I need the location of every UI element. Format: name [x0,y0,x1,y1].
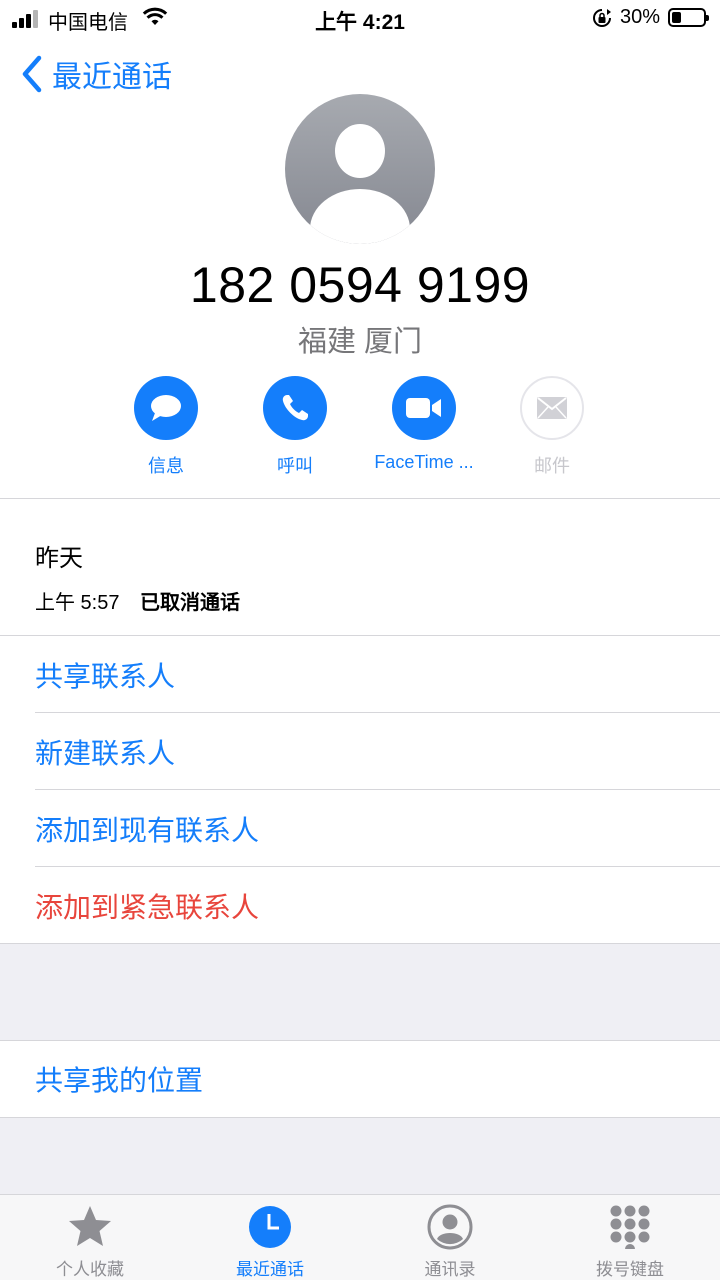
share-contact-option[interactable]: 共享联系人 [35,637,720,713]
avatar-head [335,124,385,178]
status-time: 上午 4:21 [315,11,405,34]
tab-contacts-label: 通讯录 [424,1260,476,1279]
message-label: 信息 [148,456,184,476]
recent-call-time: 上午 5:57 [35,592,120,614]
keypad-icon [606,1203,654,1251]
video-icon [392,376,456,440]
battery-fill [672,12,681,23]
message-icon [134,376,198,440]
tab-keypad-label: 拨号键盘 [596,1260,664,1279]
recent-call-status: 已取消通话 [140,592,240,614]
chevron-left-icon [22,55,42,93]
new-contact-option[interactable]: 新建联系人 [35,714,720,790]
mail-label: 邮件 [534,456,570,476]
contact-avatar [285,94,435,244]
battery-percent: 30% [620,6,661,28]
tab-recents-label: 最近通话 [236,1260,304,1279]
avatar-body [310,189,410,244]
back-button[interactable]: 最近通话 [20,54,172,94]
call-button[interactable]: 呼叫 [230,376,360,478]
recent-call-day: 昨天 [35,545,83,572]
mail-button: 邮件 [487,376,617,478]
phone-location: 福建 厦门 [297,326,423,358]
tab-recents[interactable]: 最近通话 [180,1203,360,1280]
section-spacer [0,1118,720,1194]
mail-icon [520,376,584,440]
call-label: 呼叫 [277,456,313,476]
status-bar: 中国电信 上午 4:21 30% [0,0,720,38]
divider [35,712,720,713]
facetime-button[interactable]: FaceTime ... [359,376,489,473]
facetime-label: FaceTime ... [374,452,474,472]
phone-number: 182 0594 9199 [189,257,531,313]
clock-icon [246,1203,294,1251]
tab-contacts[interactable]: 通讯录 [360,1203,540,1280]
section-spacer [0,944,720,1040]
divider [0,498,720,499]
divider [0,635,720,636]
divider [35,866,720,867]
tab-favorites[interactable]: 个人收藏 [0,1203,180,1280]
share-my-location-option[interactable]: 共享我的位置 [35,1041,720,1117]
divider [35,789,720,790]
star-icon [66,1203,114,1251]
add-to-emergency-contact-option[interactable]: 添加到紧急联系人 [35,868,720,944]
phone-icon [263,376,327,440]
back-label: 最近通话 [52,61,172,94]
add-to-existing-contact-option[interactable]: 添加到现有联系人 [35,791,720,867]
tab-favorites-label: 个人收藏 [56,1260,124,1279]
contacts-icon [426,1203,474,1251]
rotation-lock-icon [593,9,611,27]
tab-bar: 个人收藏 最近通话 通讯录 拨号键盘 [0,1194,720,1280]
battery-icon [668,8,709,27]
tab-keypad[interactable]: 拨号键盘 [540,1203,720,1280]
message-button[interactable]: 信息 [101,376,231,478]
